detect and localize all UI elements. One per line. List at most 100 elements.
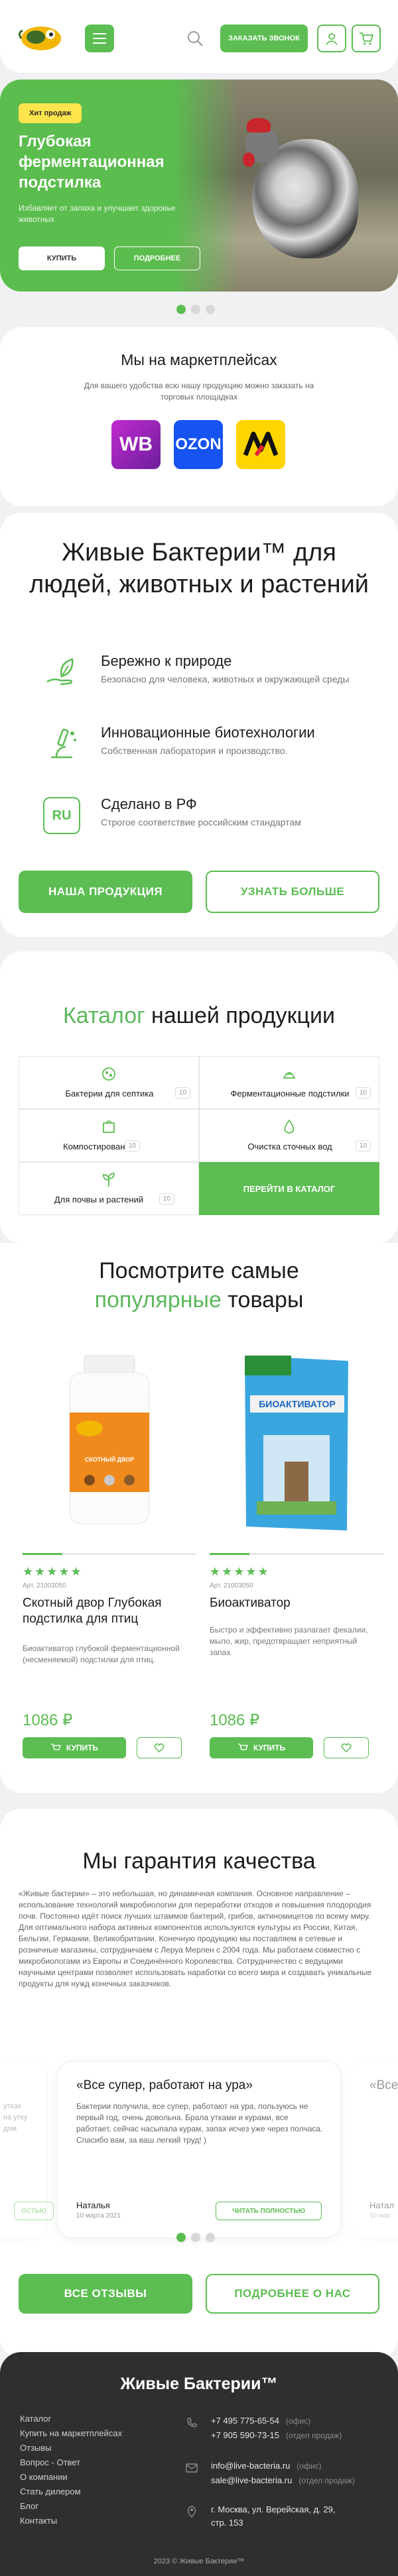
marketplaces-title: Мы на маркетплейсах [121,351,277,368]
cart-icon [360,32,373,45]
footer-link[interactable]: Купить на маркетплейсах [20,2426,122,2441]
ru-badge-icon: RU [41,795,82,836]
heart-icon [154,1743,165,1752]
wildberries-link[interactable]: WB [111,420,161,469]
menu-icon [93,33,106,34]
reviews-slider-dots [176,2233,215,2242]
marketplaces-section: Мы на маркетплейсах Для вашего удобства … [0,327,398,506]
water-icon [284,1119,295,1134]
site-header: ЗАКАЗАТЬ ЗВОНОК [0,0,398,73]
rating-stars: ★★★★★ [210,1565,270,1578]
yandex-market-logo [243,431,279,456]
catalog-item[interactable]: Для почвы и растений 10 [19,1162,199,1215]
product-name[interactable]: Скотный двор Глубокая подстилка для птиц [23,1595,196,1627]
catalog-item[interactable]: Очистка сточных вод 10 [199,1109,379,1162]
feature-title: Бережно к природе [101,653,232,669]
footer-link[interactable]: Вопрос - Ответ [20,2455,122,2470]
product-article: Арт. 21003050 [210,1582,253,1589]
review-card-next[interactable]: «Все с Натал 10 мар [350,2061,398,2238]
favorite-button[interactable] [137,1737,182,1758]
hero-more-button[interactable]: ПОДРОБНЕЕ [114,246,200,270]
product-name[interactable]: Биоактиватор [210,1595,383,1611]
litter-icon [283,1072,296,1079]
image-progress [23,1553,196,1555]
catalog-title: Каталог нашей продукции [62,1003,336,1028]
callback-button[interactable]: ЗАКАЗАТЬ ЗВОНОК [220,25,308,52]
ozon-link[interactable]: OZON [174,420,223,469]
menu-button[interactable] [85,25,114,52]
microscope-icon [41,724,82,765]
product-card: БИОАКТИВАТОР ★★★★★ Арт. 21003050 Биоакти… [210,1342,383,1766]
product-image[interactable]: СКОТНЫЙ ДВОР [23,1342,196,1541]
product-desc: Биоактиватор глубокой ферментационной (н… [23,1644,180,1664]
footer-nav: Каталог Купить на маркетплейсах Отзывы В… [20,2412,122,2528]
hero-title: Глубокая ферментационная подстилка [19,133,165,191]
product-image[interactable]: БИОАКТИВАТОР [210,1342,383,1541]
product-article: Арт. 21003050 [23,1582,66,1589]
svg-text:БИОАКТИВАТОР: БИОАКТИВАТОР [259,1399,336,1409]
compost-icon [103,1120,115,1133]
footer-link[interactable]: Стать дилером [20,2485,122,2499]
review-card-prev[interactable]: утках на утку дом ОСТЬЮ [0,2061,54,2238]
catalog-item[interactable]: Компостирование 10 [19,1109,199,1162]
cart-button[interactable] [352,25,381,52]
hero-buy-button[interactable]: КУПИТЬ [19,246,105,270]
learn-more-button[interactable]: УЗНАТЬ БОЛЬШЕ [206,871,379,913]
all-reviews-button[interactable]: ВСЕ ОТЗЫВЫ [19,2274,192,2314]
logo[interactable] [16,20,68,54]
quality-text: «Живые бактерии» – это небольшая, но дин… [19,1889,372,1988]
feature-desc: Безопасно для человека, животных и окруж… [101,674,350,684]
cart-icon [237,1743,248,1750]
buy-button[interactable]: КУПИТЬ [23,1737,126,1758]
hand-leaf-icon [41,652,82,693]
our-products-button[interactable]: НАША ПРОДУКЦИЯ [19,871,192,913]
catalog-section: Каталог нашей продукции Бактерии для сеп… [0,951,398,1243]
product-price: 1086 ₽ [210,1711,260,1729]
address-line: г. Москва, ул. Верейская, д. 29, [211,2504,336,2514]
go-to-catalog-button[interactable]: ПЕРЕЙТИ В КАТАЛОГ [199,1162,379,1215]
slider-dot[interactable] [206,305,215,314]
feature-title: Инновационные биотехнологии [101,724,315,741]
footer-link[interactable]: Контакты [20,2514,122,2528]
feature-title: Сделано в РФ [101,796,197,812]
buy-button[interactable]: КУПИТЬ [210,1737,313,1758]
read-full-button[interactable]: ЧИТАТЬ ПОЛНОСТЬЮ [216,2202,322,2220]
about-us-button[interactable]: ПОДРОБНЕЕ О НАС [206,2274,379,2314]
yandex-market-link[interactable] [236,420,285,469]
footer-link[interactable]: О компании [20,2470,122,2485]
product-desc: Быстро и эффективно разлагает фекалии, м… [210,1625,368,1657]
footer-link[interactable]: Каталог [20,2412,122,2426]
favorite-button[interactable] [324,1737,369,1758]
hero-slider-dots [176,305,215,314]
slider-dot[interactable] [176,305,186,314]
hit-badge: Хит продаж [19,103,82,123]
catalog-item[interactable]: Ферментационные подстилки 10 [199,1056,379,1109]
search-icon[interactable] [186,29,204,48]
review-author: Наталья [76,2200,110,2210]
feature-desc: Строгое соответствие российским стандарт… [101,817,301,828]
hero-banner: Хит продаж Глубокая ферментационная подс… [0,80,398,292]
site-footer: Живые Бактерии™ Каталог Купить на маркет… [0,2352,398,2576]
slider-dot[interactable] [206,2233,215,2242]
quality-title: Мы гарантия качества [82,1849,316,1874]
catalog-item[interactable]: Бактерии для септика 10 [19,1056,199,1109]
address-line: стр. 153 [211,2518,243,2528]
footer-title: Живые Бактерии™ [120,2375,278,2393]
review-date: 10 марта 2021 [76,2212,121,2220]
email-2[interactable]: sale@live-bacteria.ru (отдел продаж) [211,2475,355,2485]
cart-icon [50,1743,61,1750]
marketplaces-text: Для вашего удобства всю нашу продукцию м… [84,381,314,402]
footer-link[interactable]: Блог [20,2499,122,2514]
sprout-icon [103,1173,115,1187]
account-button[interactable] [317,25,346,52]
slider-dot[interactable] [191,2233,200,2242]
phone-icon [187,2418,197,2428]
product-card: СКОТНЫЙ ДВОР ★★★★★ Арт. 21003050 Скотный… [23,1342,196,1766]
slider-dot[interactable] [176,2233,186,2242]
slider-dot[interactable] [191,305,200,314]
footer-link[interactable]: Отзывы [20,2441,122,2455]
svg-text:СКОТНЫЙ ДВОР: СКОТНЫЙ ДВОР [85,1456,134,1463]
phone-1[interactable]: +7 495 775-65-54 (офис) [211,2416,310,2426]
email-1[interactable]: info@live-bacteria.ru (офис) [211,2461,322,2471]
phone-2[interactable]: +7 905 590-73-15 (отдел продаж) [211,2430,342,2440]
